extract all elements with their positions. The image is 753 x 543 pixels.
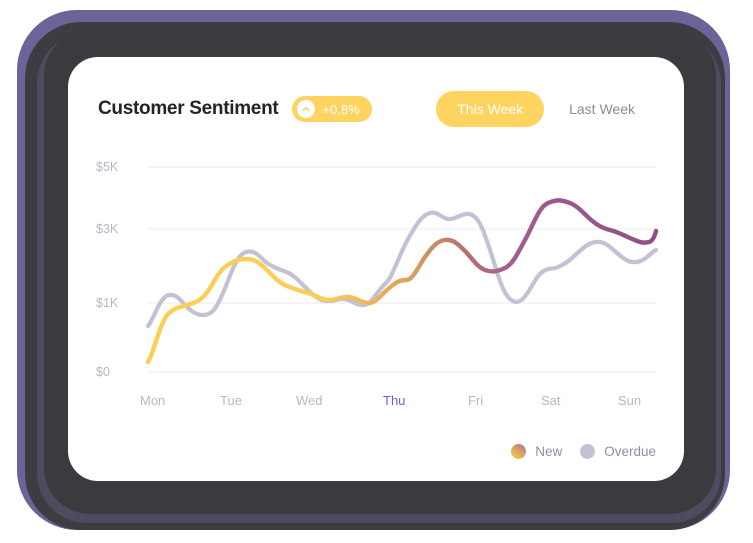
legend-label-overdue: Overdue: [604, 444, 656, 459]
y-axis-labels: $5K $3K $1K $0: [96, 160, 119, 379]
x-tick-wed: Wed: [296, 393, 323, 408]
card-header: Customer Sentiment +0,8% This Week Last …: [98, 89, 656, 129]
range-tabs: This Week Last Week: [436, 91, 656, 127]
x-tick-tue: Tue: [220, 393, 242, 408]
y-tick-3k: $3K: [96, 222, 119, 236]
x-tick-fri: Fri: [468, 393, 483, 408]
delta-value: +0,8%: [322, 101, 360, 117]
x-tick-mon: Mon: [140, 393, 165, 408]
legend-item-new[interactable]: New: [511, 444, 562, 459]
y-tick-0: $0: [96, 365, 110, 379]
series-line-new: [145, 198, 659, 365]
x-axis-labels: Mon Tue Wed Thu Fri Sat Sun: [140, 393, 641, 408]
sentiment-card: Customer Sentiment +0,8% This Week Last …: [68, 57, 684, 481]
line-chart: $5K $3K $1K $0 Mon Tue Wed Thu Fri Sat S…: [68, 143, 684, 433]
page-title: Customer Sentiment: [98, 98, 279, 119]
y-tick-5k: $5K: [96, 160, 119, 174]
legend-label-new: New: [535, 444, 563, 459]
x-tick-sun: Sun: [618, 393, 641, 408]
status-badge: +0,8%: [292, 96, 372, 122]
x-tick-thu: Thu: [383, 393, 405, 408]
chart-legend: New Overdue: [511, 444, 656, 459]
y-tick-1k: $1K: [96, 296, 119, 310]
tab-last-week[interactable]: Last Week: [548, 91, 656, 127]
screenshot-root: Customer Sentiment +0,8% This Week Last …: [0, 0, 753, 543]
chart-canvas: $5K $3K $1K $0 Mon Tue Wed Thu Fri Sat S…: [96, 160, 659, 408]
legend-dot-overdue-icon: [580, 444, 596, 459]
legend-item-overdue[interactable]: Overdue: [580, 444, 656, 459]
chevron-up-circle-icon: [297, 100, 316, 118]
legend-dot-new-icon: [511, 444, 527, 459]
x-tick-sat: Sat: [541, 393, 561, 408]
tab-this-week[interactable]: This Week: [436, 91, 545, 127]
